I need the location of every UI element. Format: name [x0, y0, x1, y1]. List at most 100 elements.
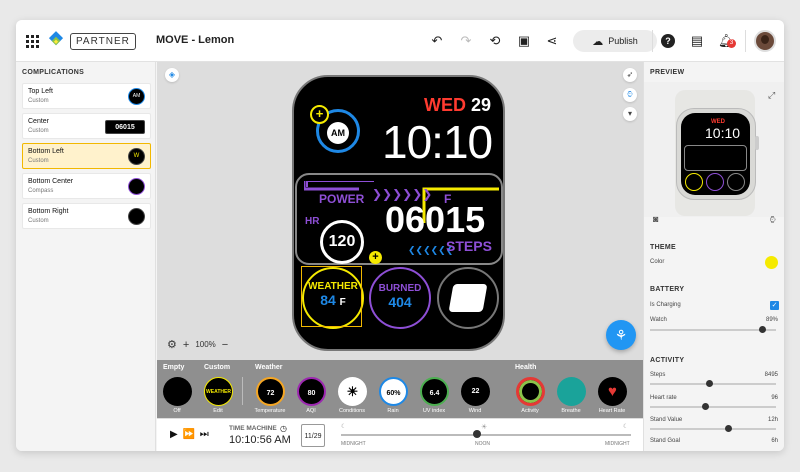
- time-slider-track[interactable]: [341, 434, 631, 436]
- settings-icon[interactable]: ⚙: [167, 338, 177, 351]
- midnight-label: MIDNIGHT: [605, 441, 630, 447]
- moon-icon: ☾: [341, 424, 347, 430]
- tray-label: Temperature: [254, 408, 286, 414]
- complication-tray: Empty Custom Weather Health Off WEATHER …: [157, 360, 643, 418]
- tray-label: Heart Rate: [598, 408, 626, 414]
- complication-bottom-right[interactable]: Bottom Right Custom: [22, 203, 151, 229]
- steps-handle[interactable]: [706, 380, 714, 387]
- complication-type: Custom: [28, 98, 49, 104]
- app-logo: [48, 31, 64, 46]
- complication-name: Bottom Center: [28, 178, 74, 185]
- preview-header: PREVIEW: [650, 69, 685, 76]
- chat-icon[interactable]: ▤: [690, 34, 704, 48]
- preview-center: [684, 145, 747, 171]
- filter-icon[interactable]: ▾: [623, 107, 637, 121]
- user-avatar[interactable]: [754, 30, 776, 52]
- cloud-upload-icon: ☁: [592, 35, 604, 48]
- tray-item-wind[interactable]: 22: [461, 377, 490, 406]
- complication-name: Center: [28, 118, 50, 125]
- watch-battery-value: 89%: [765, 317, 778, 323]
- time-machine-time: 10:10:56 AM: [229, 434, 291, 446]
- tray-item-aqi[interactable]: 80: [297, 377, 326, 406]
- complication-center[interactable]: Center Custom 06015: [22, 113, 151, 139]
- charging-checkbox[interactable]: ✓: [770, 301, 779, 310]
- stand-value-handle[interactable]: [725, 425, 733, 432]
- stand-value-value: 12h: [767, 417, 778, 423]
- zoom-controls: ⚙ + 100% −: [167, 338, 228, 352]
- group-label: Health: [515, 364, 537, 371]
- tray-item-uv-index[interactable]: 6.4: [420, 377, 449, 406]
- complication-name: Top Left: [28, 88, 53, 95]
- stand-value-label: Stand Value: [650, 417, 683, 423]
- time-slider-handle[interactable]: [473, 430, 482, 438]
- complication-thumb: AM: [128, 88, 145, 105]
- tray-item-breathe[interactable]: [557, 377, 586, 406]
- heart-rate-slider[interactable]: [650, 406, 776, 408]
- stand-value-slider[interactable]: [650, 428, 776, 430]
- help-icon[interactable]: ?: [661, 34, 675, 48]
- date-display[interactable]: WED 29: [424, 95, 491, 116]
- watch-face: WED 29 10:10 AM + ❯❯❯❯❯❯ ❮❮❮❮❮❮ POWER F …: [292, 75, 505, 351]
- bottom-right-complication[interactable]: [437, 267, 499, 329]
- apps-grid-icon[interactable]: [26, 35, 39, 48]
- calendar-date-button[interactable]: 11/29: [301, 424, 325, 447]
- layers-icon[interactable]: ◈: [165, 68, 179, 82]
- flag-icon: [448, 284, 488, 312]
- sun-icon: ☀: [481, 424, 488, 431]
- noon-label: NOON: [475, 441, 490, 447]
- steps-label: STEPS: [446, 238, 492, 254]
- hr-value: 120: [320, 220, 364, 264]
- rocket-icon[interactable]: ➶: [623, 68, 637, 82]
- moon-icon: ☾: [623, 424, 629, 430]
- tray-item-heart-rate[interactable]: ♥: [598, 377, 627, 406]
- preview-fab-button[interactable]: ⚘: [606, 320, 636, 350]
- tray-item-edit[interactable]: WEATHER: [204, 377, 233, 406]
- publish-button[interactable]: ☁ Publish: [573, 30, 657, 52]
- clock-icon: ◷: [280, 424, 287, 433]
- properties-panel: PREVIEW WED 10:10 ⤢ ◙ ⌚︎ THEME Color BAT…: [643, 62, 784, 451]
- tray-item-activity[interactable]: [516, 377, 545, 406]
- complication-type: Custom: [28, 158, 49, 164]
- heart-rate-value: 96: [771, 395, 778, 401]
- watch-preview: WED 10:10 ⤢ ◙ ⌚︎: [644, 82, 784, 225]
- battery-header: BATTERY: [650, 286, 685, 293]
- watch-icon[interactable]: ⌚︎: [768, 214, 777, 227]
- watch-battery-handle[interactable]: [759, 326, 767, 333]
- share-icon[interactable]: ⋖: [545, 34, 559, 48]
- camera-icon[interactable]: ◙: [653, 214, 658, 224]
- redo-icon[interactable]: ↷: [459, 34, 473, 48]
- complication-bottom-center[interactable]: Bottom Center Compass: [22, 173, 151, 199]
- watch-icon[interactable]: ⌚︎: [623, 88, 637, 102]
- divider: [242, 377, 243, 405]
- undo-icon[interactable]: ↶: [430, 34, 444, 48]
- activity-header: ACTIVITY: [650, 357, 685, 364]
- theme-color-swatch[interactable]: [765, 256, 778, 269]
- project-title: MOVE - Lemon: [156, 34, 235, 46]
- history-icon[interactable]: ⟲: [488, 34, 502, 48]
- complication-top-left[interactable]: Top Left Custom AM: [22, 83, 151, 109]
- group-label: Empty: [163, 364, 185, 371]
- hr-label: HR: [305, 216, 320, 227]
- playback-controls[interactable]: ▶ ⏩ ⏭: [170, 429, 210, 440]
- steps-label: Steps: [650, 372, 666, 378]
- tray-item-off[interactable]: [163, 377, 192, 406]
- watch-battery-slider[interactable]: [650, 329, 776, 331]
- tray-item-rain[interactable]: 60%: [379, 377, 408, 406]
- notification-badge: 3: [727, 39, 736, 48]
- time-machine-bar: ▶ ⏩ ⏭ TIME MACHINE ◷ 10:10:56 AM 11/29 ☾…: [157, 418, 643, 451]
- save-icon[interactable]: ▣: [517, 34, 531, 48]
- zoom-in-button[interactable]: +: [183, 339, 189, 351]
- complication-name: Bottom Left: [28, 148, 64, 155]
- steps-value: 8495: [764, 372, 778, 378]
- tray-item-temperature[interactable]: 72: [256, 377, 285, 406]
- expand-icon[interactable]: ⤢: [768, 90, 775, 101]
- zoom-out-button[interactable]: −: [222, 339, 228, 351]
- stand-goal-value: 6h: [771, 438, 778, 444]
- top-bar: PARTNER MOVE - Lemon ↶ ↷ ⟲ ▣ ⋖ ☁ Publish…: [16, 20, 784, 62]
- am-label: AM: [327, 122, 349, 144]
- time-display[interactable]: 10:10: [382, 115, 493, 169]
- heart-rate-handle[interactable]: [702, 403, 710, 410]
- tray-item-conditions[interactable]: ☀: [338, 377, 367, 406]
- complication-bottom-left[interactable]: Bottom Left Custom W: [22, 143, 151, 169]
- bottom-center-complication[interactable]: BURNED 404: [369, 267, 431, 329]
